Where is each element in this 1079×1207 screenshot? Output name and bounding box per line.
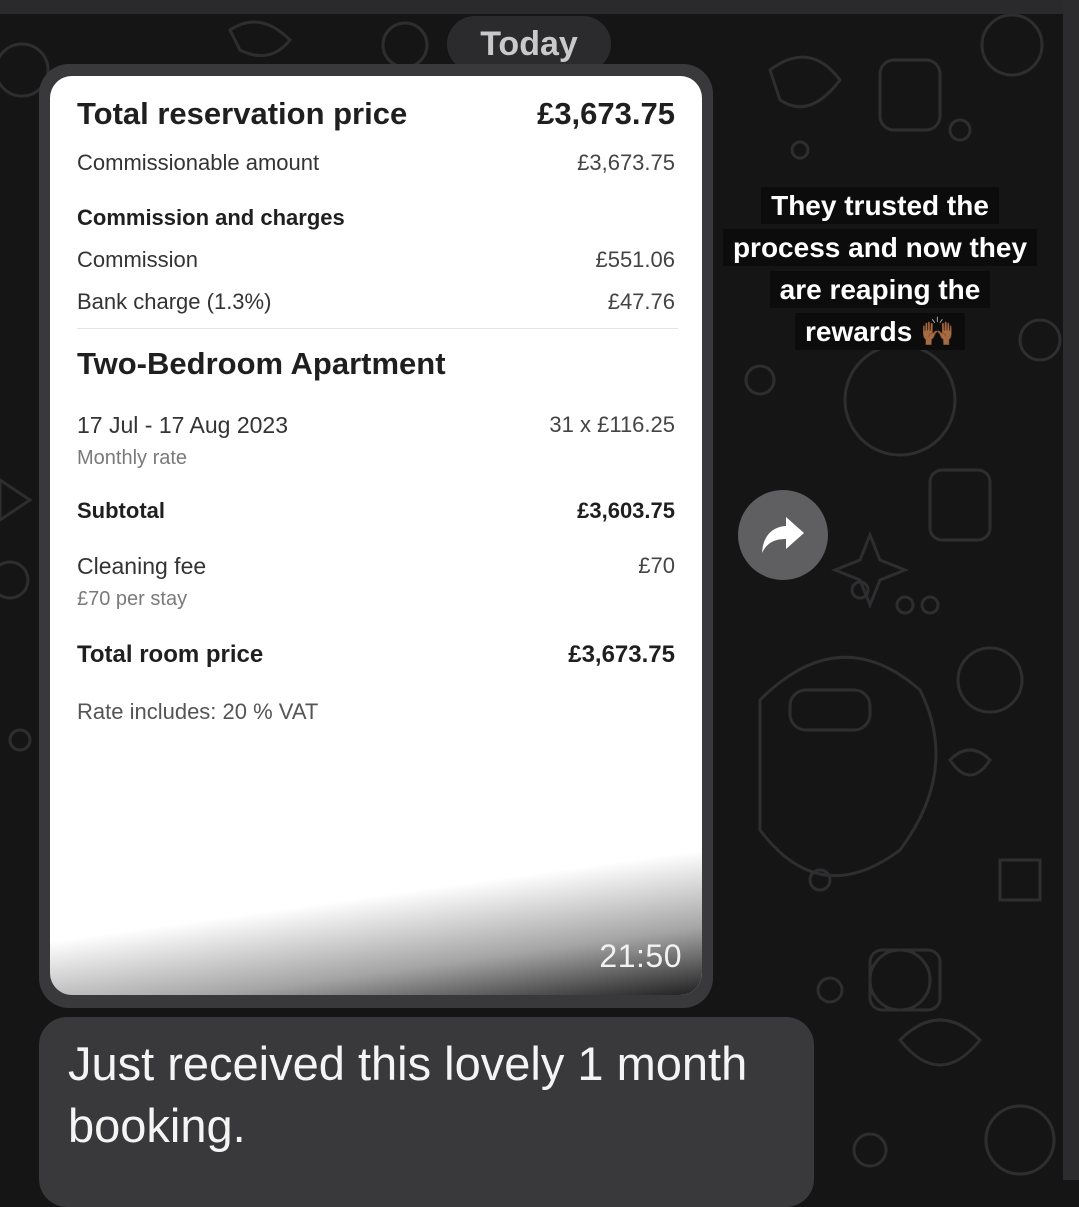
subtotal-label: Subtotal	[77, 498, 165, 523]
subtotal-value: £3,603.75	[577, 498, 675, 523]
cleaning-fee-note: £70 per stay	[77, 588, 188, 610]
message-timestamp: 21:50	[599, 938, 682, 974]
commission-label: Commission	[77, 247, 199, 272]
forward-arrow-icon	[762, 517, 804, 553]
total-reservation-label: Total reservation price	[77, 96, 408, 131]
cleaning-fee-value: £70	[638, 553, 675, 578]
forward-button[interactable]	[738, 490, 828, 580]
nightly-rate-value: 31 x £116.25	[549, 412, 675, 437]
bank-charge-value: £47.76	[607, 289, 675, 314]
scrollbar[interactable]	[1063, 0, 1079, 1180]
top-edge	[0, 0, 1079, 14]
total-reservation-value: £3,673.75	[537, 96, 675, 131]
vat-note: Rate includes: 20 % VAT	[77, 699, 319, 724]
caption-text: They trusted the process and now they ar…	[722, 187, 1038, 350]
cleaning-fee-label: Cleaning fee	[77, 553, 207, 579]
commission-heading: Commission and charges	[77, 205, 345, 230]
receipt-screenshot[interactable]: Total reservation price £3,673.75 Commis…	[50, 76, 702, 995]
total-room-value: £3,673.75	[568, 641, 675, 668]
room-title: Two-Bedroom Apartment	[77, 346, 446, 381]
stay-dates: 17 Jul - 17 Aug 2023	[77, 412, 288, 438]
divider	[77, 328, 678, 329]
message-text: Just received this lovely 1 month bookin…	[68, 1037, 748, 1152]
commissionable-label: Commissionable amount	[77, 150, 320, 175]
story-caption: They trusted the process and now they ar…	[718, 185, 1042, 353]
commissionable-value: £3,673.75	[577, 150, 675, 175]
bank-charge-label: Bank charge (1.3%)	[77, 289, 272, 314]
monthly-rate-note: Monthly rate	[77, 447, 188, 469]
commission-value: £551.06	[595, 247, 675, 272]
text-message-bubble[interactable]: Just received this lovely 1 month bookin…	[39, 1017, 814, 1207]
total-room-label: Total room price	[77, 641, 264, 668]
